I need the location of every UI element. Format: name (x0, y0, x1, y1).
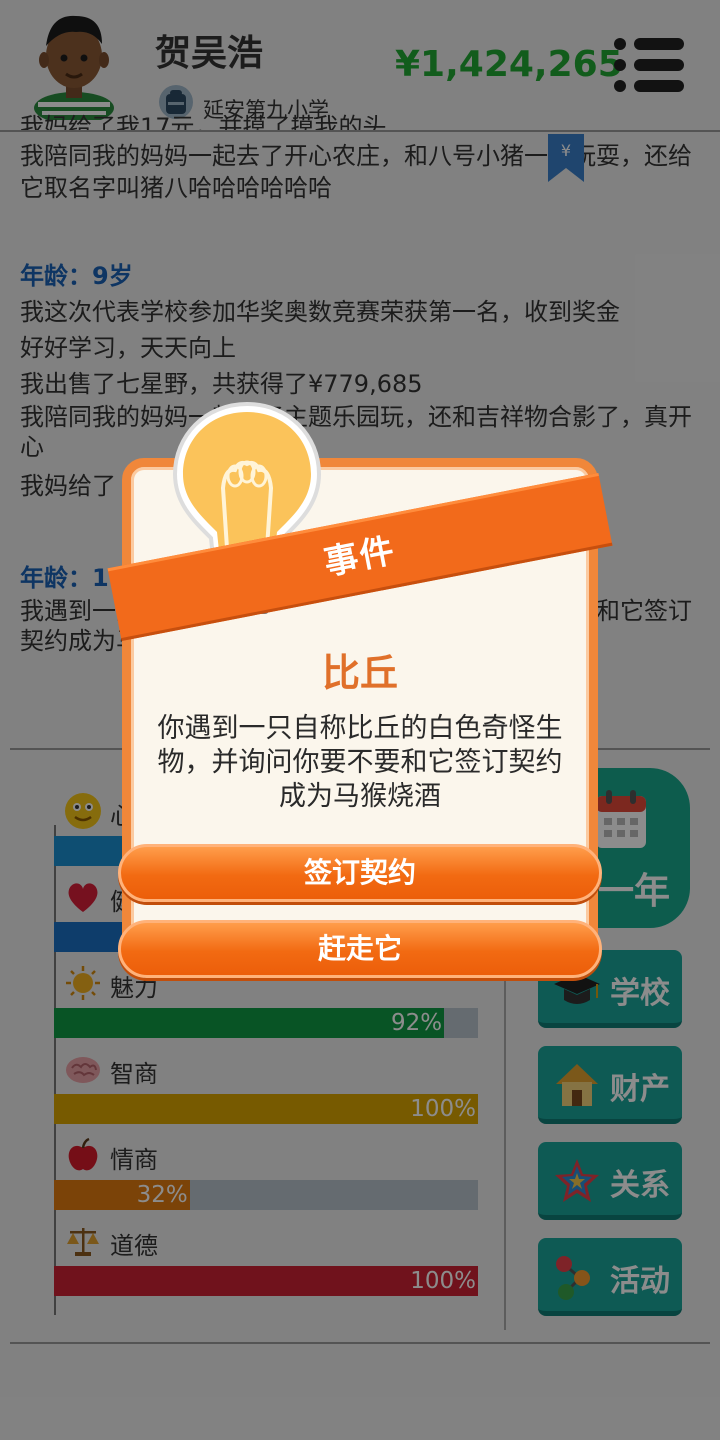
event-title: 比丘 (321, 651, 398, 695)
sign-contract-button[interactable]: 签订契约 (118, 844, 602, 902)
drive-away-button[interactable]: 赶走它 (118, 920, 602, 978)
event-description: 你遇到一只自称比丘的白色奇怪生物，并询问你要不要和它签订契约成为马猴烧酒 (157, 713, 563, 812)
